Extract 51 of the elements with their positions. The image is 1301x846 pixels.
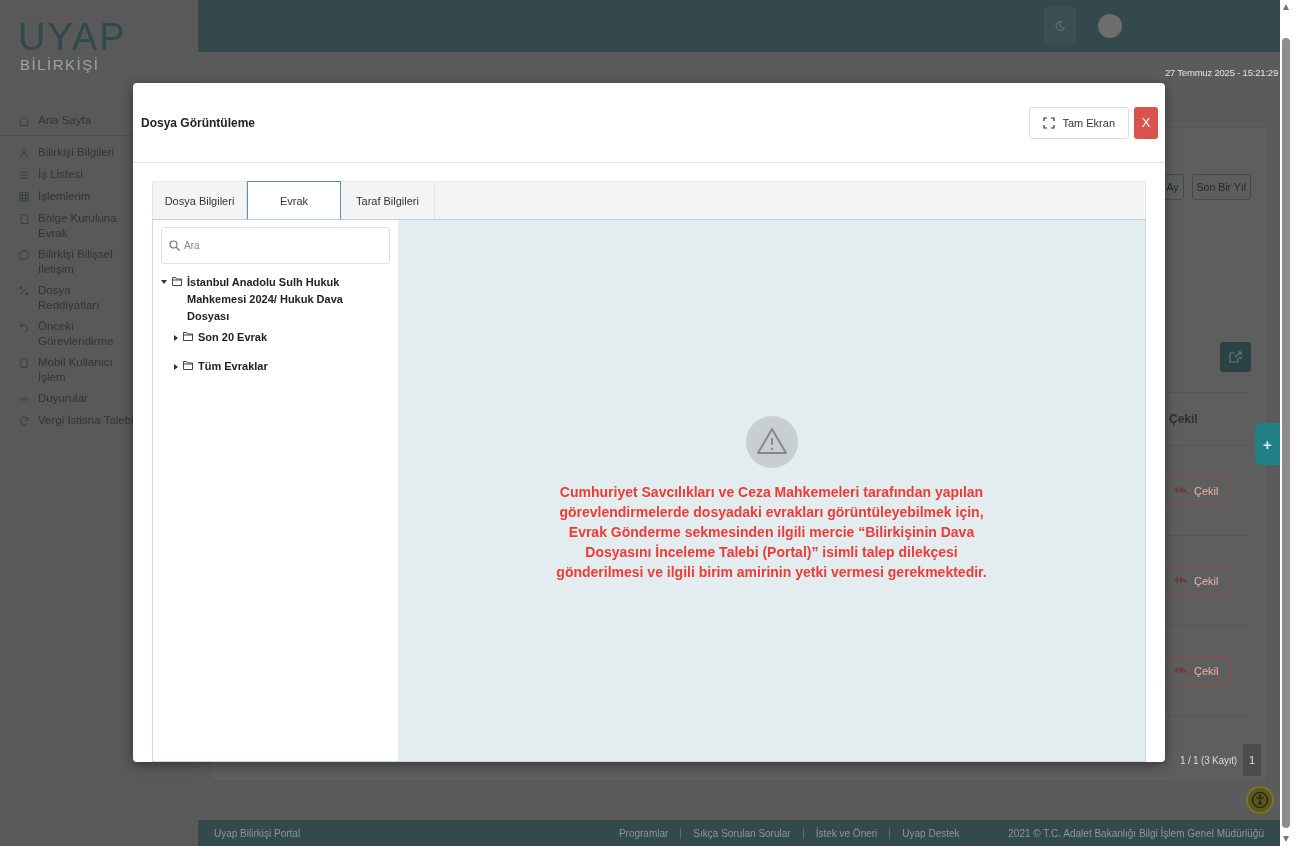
logo-subtitle: BİLİRKİŞİ: [20, 56, 100, 73]
date-time: 27 Temmuz 2025 - 15:21:29: [1164, 67, 1278, 78]
footer-link[interactable]: Uyap Destek: [889, 827, 972, 839]
menu-item-icon: [18, 249, 30, 261]
menu-item-icon: [18, 147, 30, 159]
page-button[interactable]: 1: [1243, 744, 1261, 776]
tab[interactable]: Taraf Bilgileri: [341, 182, 435, 219]
footer-link[interactable]: Programlar: [606, 827, 681, 839]
moon-icon: [1054, 20, 1066, 32]
modal-title: Dosya Görüntüleme: [141, 115, 256, 130]
scrollbar-thumb[interactable]: [1282, 38, 1290, 828]
reply-all-icon: [1174, 574, 1188, 587]
period-button[interactable]: Son Bir Yıl: [1191, 174, 1251, 200]
folder-icon: [183, 361, 193, 370]
footer-link[interactable]: İstek ve Öneri: [802, 827, 890, 839]
fullscreen-icon: [1043, 116, 1056, 129]
menu-item-icon: [18, 357, 30, 369]
footer-title: Uyap Bilirkişi Portal: [214, 827, 301, 839]
caret-icon[interactable]: [161, 280, 167, 284]
menu-item-icon: [18, 321, 30, 333]
copyright: 2021 © T.C. Adalet Bakanlığı Bilgi İşlem Genel Müdürlüğü: [1008, 827, 1264, 839]
folder-icon: [172, 277, 182, 286]
accessibility-icon: [1251, 791, 1269, 809]
scroll-down-icon[interactable]: [1283, 836, 1289, 842]
folder-icon: [183, 332, 193, 341]
warning-icon: [745, 416, 798, 468]
search-icon: [169, 240, 180, 251]
tree-item[interactable]: Son 20 Evrak: [173, 329, 390, 346]
caret-icon[interactable]: [174, 364, 178, 370]
accessibility-button[interactable]: [1246, 786, 1274, 814]
pagination-summary: 1 / 1 (3 Kayıt): [1179, 754, 1237, 766]
menu-item-icon: [18, 213, 30, 225]
caret-icon[interactable]: [174, 335, 178, 341]
export-icon: [1227, 351, 1244, 363]
scroll-up-icon[interactable]: [1283, 4, 1289, 10]
menu-item-icon: [18, 285, 30, 297]
footer-link[interactable]: Sıkça Sorulan Sorular: [680, 827, 803, 839]
tree-item[interactable]: Tüm Evraklar: [173, 358, 390, 375]
fullscreen-button[interactable]: Tam Ekran: [1029, 106, 1129, 139]
side-tab[interactable]: +: [1255, 423, 1280, 465]
menu-item-icon: [18, 415, 30, 427]
warning-message: Cumhuriyet Savcılıkları ve Ceza Mahkemeleri tarafından yapılan görevlendirmelerde dosyadaki evrakları görüntüleyebilmek için, Evrak Gönderme sekmesinden ilgili mercie “Bilirkişinin Dava Dosyasını İnceleme Talebi (Portal)” isimli talep dilekçesi gönderilmesi ve ilgili birim amirinin yetki vermesi gerekmektedir.: [555, 483, 988, 582]
search-field[interactable]: Ara: [161, 227, 390, 264]
reply-all-icon: [1174, 484, 1188, 497]
menu-item-icon: [18, 191, 30, 203]
menu-item-icon: [18, 115, 30, 127]
reply-all-icon: [1174, 664, 1188, 677]
tree-item[interactable]: İstanbul Anadolu Sulh Hukuk Mahkemesi 2024/ Hukuk Dava Dosyası: [161, 274, 390, 325]
tab[interactable]: Evrak: [247, 181, 341, 220]
theme-toggle-button[interactable]: [1044, 6, 1076, 46]
close-button[interactable]: X: [1134, 106, 1158, 139]
